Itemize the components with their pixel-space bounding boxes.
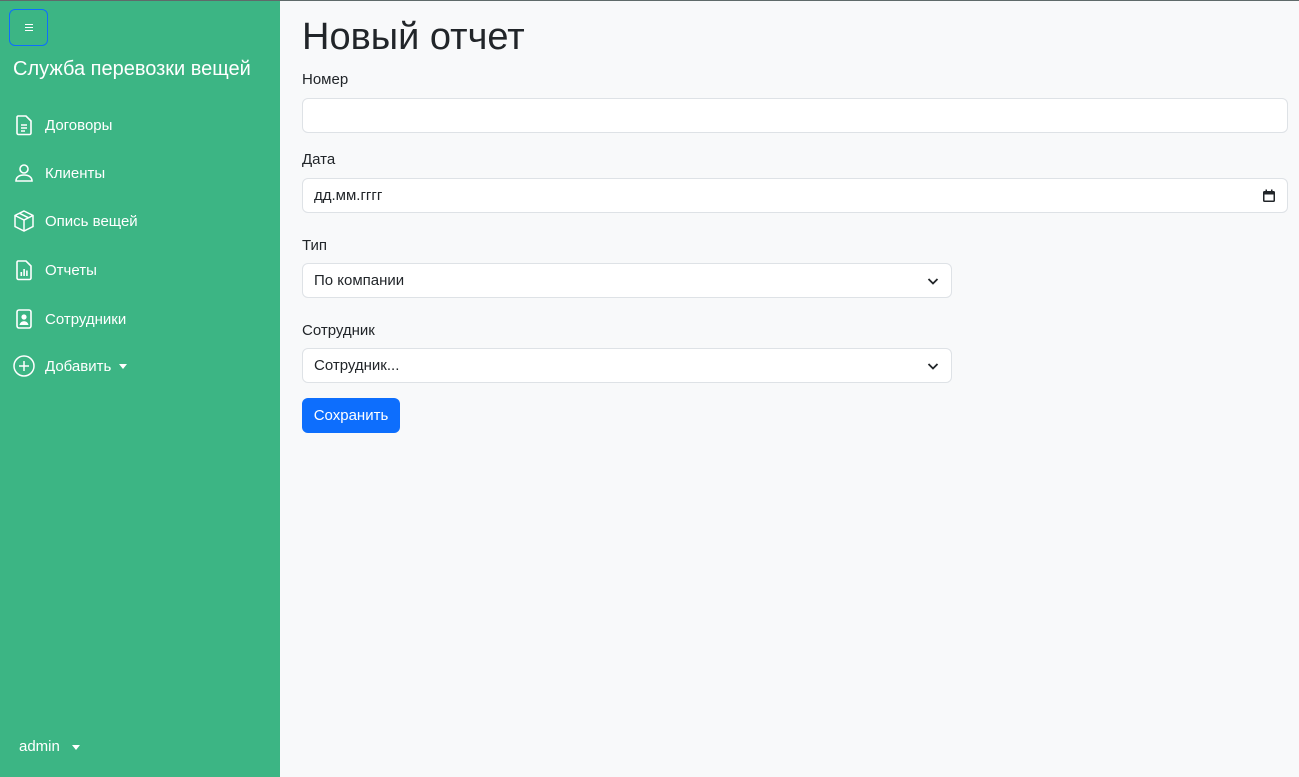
username: admin <box>19 738 60 755</box>
report-icon <box>12 258 36 282</box>
plus-circle-icon <box>12 354 36 378</box>
type-select-value: По компании <box>314 272 405 289</box>
type-label: Тип <box>302 237 328 254</box>
page-title: Новый отчет <box>302 16 525 58</box>
date-label: Дата <box>302 151 336 168</box>
sidebar-item-label: Клиенты <box>45 164 106 182</box>
calendar-icon[interactable] <box>1262 189 1276 203</box>
date-input[interactable]: дд.мм.гггг <box>302 178 1288 213</box>
caret-down-icon <box>72 744 81 750</box>
number-input[interactable] <box>302 98 1288 133</box>
date-input-placeholder: дд.мм.гггг <box>314 187 383 204</box>
badge-icon <box>12 307 36 331</box>
user-menu[interactable]: admin <box>19 738 81 755</box>
sidebar-item-add[interactable]: Добавить <box>12 351 128 381</box>
chevron-down-icon <box>926 276 940 286</box>
employee-select[interactable]: Сотрудник... <box>302 348 952 383</box>
sidebar-item-label: Договоры <box>45 116 113 134</box>
number-label: Номер <box>302 71 349 88</box>
window-top-border <box>0 0 1299 1</box>
menu-icon <box>24 24 33 31</box>
sidebar-item-clients[interactable]: Клиенты <box>12 158 105 188</box>
sidebar-item-employees[interactable]: Сотрудники <box>12 304 126 334</box>
sidebar-item-label: Добавить <box>45 357 112 375</box>
sidebar-item-contracts[interactable]: Договоры <box>12 110 112 140</box>
sidebar-item-label: Опись вещей <box>45 212 138 230</box>
sidebar: Служба перевозки вещей Договоры Клиенты <box>0 0 280 777</box>
sidebar-item-reports[interactable]: Отчеты <box>12 255 97 285</box>
employee-label: Сотрудник <box>302 322 375 339</box>
sidebar-toggle-button[interactable] <box>9 9 48 46</box>
sidebar-item-label: Сотрудники <box>45 310 127 328</box>
box-icon <box>12 209 36 233</box>
brand-title[interactable]: Служба перевозки вещей <box>13 58 251 81</box>
chevron-down-icon <box>926 361 940 371</box>
document-icon <box>12 113 36 137</box>
type-select[interactable]: По компании <box>302 263 952 298</box>
caret-down-icon <box>119 363 128 369</box>
save-button[interactable]: Сохранить <box>302 398 400 433</box>
employee-select-value: Сотрудник... <box>314 357 400 374</box>
sidebar-item-label: Отчеты <box>45 261 97 279</box>
sidebar-item-inventory[interactable]: Опись вещей <box>12 206 138 236</box>
person-icon <box>12 161 36 185</box>
